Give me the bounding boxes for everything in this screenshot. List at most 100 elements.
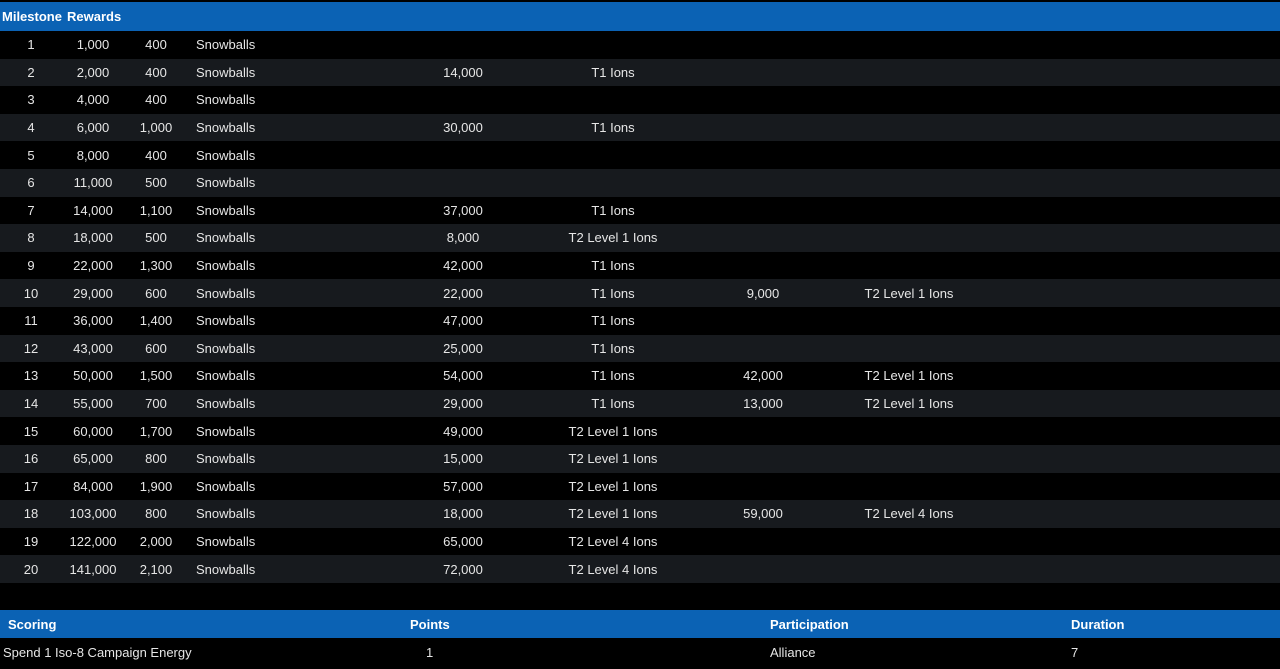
milestone-number: 18: [0, 500, 62, 528]
reward-item: Snowballs: [188, 472, 398, 501]
reward2-amount: 42,000: [398, 251, 528, 280]
reward3-item: [828, 86, 990, 114]
reward-amount: 400: [124, 141, 188, 169]
milestone-points: 22,000: [62, 251, 124, 280]
milestone-points: 1,000: [62, 31, 124, 59]
reward2-item: T1 Ions: [528, 196, 698, 225]
reward2-amount: 30,000: [398, 113, 528, 142]
reward2-item: T2 Level 1 Ions: [528, 500, 698, 528]
reward-amount: 500: [124, 168, 188, 197]
milestone-row: 11 36,000 1,400 Snowballs 47,000 T1 Ions: [0, 306, 1280, 335]
scoring-table: Scoring Points Participation Duration Sp…: [0, 610, 1280, 666]
reward-item: Snowballs: [188, 196, 398, 225]
milestone-points: 122,000: [62, 527, 124, 556]
reward2-amount: 14,000: [398, 58, 528, 87]
reward3-amount: 42,000: [698, 362, 828, 390]
milestone-number: 3: [0, 86, 62, 114]
milestone-number: 10: [0, 279, 62, 307]
reward2-item: T2 Level 4 Ions: [528, 555, 698, 583]
milestone-points: 11,000: [62, 168, 124, 197]
milestone-points: 141,000: [62, 555, 124, 583]
milestone-number: 13: [0, 362, 62, 390]
milestone-number: 5: [0, 141, 62, 169]
milestone-points: 65,000: [62, 444, 124, 473]
reward-item: Snowballs: [188, 113, 398, 142]
milestone-number: 9: [0, 251, 62, 280]
row-spacer: [990, 251, 1280, 280]
reward-item: Snowballs: [188, 389, 398, 418]
reward2-amount: 49,000: [398, 417, 528, 445]
reward2-amount: 65,000: [398, 527, 528, 556]
scoring-scoring-cell: Spend 1 Iso-8 Campaign Energy: [0, 638, 410, 666]
milestone-row: 20 141,000 2,100 Snowballs 72,000 T2 Level 4 …: [0, 555, 1280, 583]
reward-item: Snowballs: [188, 58, 398, 87]
row-spacer: [990, 58, 1280, 87]
milestone-points: 84,000: [62, 472, 124, 501]
reward-item: Snowballs: [188, 500, 398, 528]
reward2-item: T1 Ions: [528, 279, 698, 307]
reward3-amount: [698, 472, 828, 501]
reward3-item: [828, 141, 990, 169]
reward3-item: [828, 224, 990, 252]
reward3-item: [828, 31, 990, 59]
reward2-amount: 37,000: [398, 196, 528, 225]
milestone-row: 5 8,000 400 Snowballs: [0, 141, 1280, 169]
reward3-item: [828, 472, 990, 501]
milestone-rewards-table: Milestone Rewards 1 1,000 400 Snowballs 2 2,0…: [0, 2, 1280, 583]
milestone-points: 2,000: [62, 58, 124, 87]
reward2-amount: [398, 86, 528, 114]
reward-amount: 600: [124, 334, 188, 363]
row-spacer: [990, 555, 1280, 583]
reward3-item: [828, 196, 990, 225]
reward2-amount: [398, 141, 528, 169]
reward-amount: 600: [124, 279, 188, 307]
reward-amount: 500: [124, 224, 188, 252]
row-spacer: [990, 86, 1280, 114]
reward-item: Snowballs: [188, 251, 398, 280]
reward3-amount: [698, 113, 828, 142]
milestone-row: 19 122,000 2,000 Snowballs 65,000 T2 Level 4 …: [0, 527, 1280, 556]
milestone-row: 9 22,000 1,300 Snowballs 42,000 T1 Ions: [0, 251, 1280, 280]
reward2-amount: 29,000: [398, 389, 528, 418]
row-spacer: [990, 417, 1280, 445]
reward-amount: 1,500: [124, 362, 188, 390]
milestone-points: 60,000: [62, 417, 124, 445]
reward-amount: 1,900: [124, 472, 188, 501]
reward2-amount: 22,000: [398, 279, 528, 307]
reward2-amount: 8,000: [398, 224, 528, 252]
milestone-number: 6: [0, 168, 62, 197]
reward-item: Snowballs: [188, 31, 398, 59]
milestone-row: 14 55,000 700 Snowballs 29,000 T1 Ions 13,000 T…: [0, 389, 1280, 418]
milestone-row: 15 60,000 1,700 Snowballs 49,000 T2 Level 1 I…: [0, 417, 1280, 445]
reward-item: Snowballs: [188, 141, 398, 169]
reward3-amount: [698, 334, 828, 363]
reward-amount: 1,000: [124, 113, 188, 142]
milestone-row: 17 84,000 1,900 Snowballs 57,000 T2 Level 1 I…: [0, 472, 1280, 501]
scoring-duration-cell: 7: [1071, 638, 1280, 666]
milestone-number: 15: [0, 417, 62, 445]
reward3-amount: 59,000: [698, 500, 828, 528]
reward2-amount: [398, 31, 528, 59]
reward2-item: [528, 168, 698, 197]
milestone-row: 8 18,000 500 Snowballs 8,000 T2 Level 1 Ions: [0, 224, 1280, 252]
reward3-item: [828, 251, 990, 280]
reward2-item: [528, 31, 698, 59]
milestone-number: 8: [0, 224, 62, 252]
milestone-number: 17: [0, 472, 62, 501]
reward3-item: T2 Level 1 Ions: [828, 279, 990, 307]
reward-item: Snowballs: [188, 168, 398, 197]
milestone-row: 6 11,000 500 Snowballs: [0, 168, 1280, 197]
reward-amount: 1,400: [124, 306, 188, 335]
reward3-amount: [698, 196, 828, 225]
milestone-row: 1 1,000 400 Snowballs: [0, 31, 1280, 59]
reward3-item: [828, 58, 990, 87]
row-spacer: [990, 306, 1280, 335]
reward3-amount: 13,000: [698, 389, 828, 418]
row-spacer: [990, 472, 1280, 501]
rewards-column-header: Rewards: [62, 2, 1280, 31]
row-spacer: [990, 362, 1280, 390]
reward3-item: T2 Level 1 Ions: [828, 389, 990, 418]
row-spacer: [990, 31, 1280, 59]
scoring-participation-cell: Alliance: [770, 638, 1071, 666]
row-spacer: [990, 168, 1280, 197]
